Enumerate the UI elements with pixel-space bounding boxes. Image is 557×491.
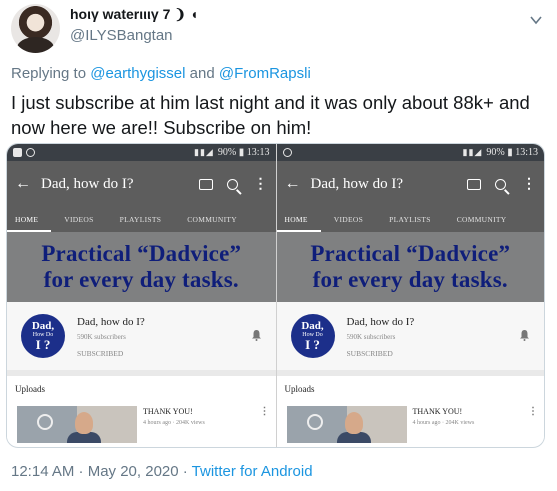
cast-icon [467, 178, 481, 190]
display-name[interactable]: hoιγ waterιιιγ 7 ❩ ◖ [70, 6, 198, 23]
back-arrow-icon: ← [15, 175, 31, 192]
phone-screenshot[interactable]: ▮▮◢ 90% ▮ 13:13 ← Dad, how do I? ⋮ HOME … [7, 144, 276, 447]
video-more-icon: ⋮ [528, 406, 538, 417]
uploads-heading: Uploads [276, 376, 544, 402]
subscriber-count: 590K subscribers [77, 333, 126, 341]
channel-info: Dad, How Do I ? Dad, how do I? 590K subs… [276, 302, 544, 370]
channel-banner: Practical “Dadvice” for every day tasks. [276, 232, 544, 302]
channel-tabs: HOME VIDEOS PLAYLISTS COMMUNITY [7, 207, 276, 232]
banner-line: Practical “Dadvice” [310, 241, 511, 266]
channel-tabs: HOME VIDEOS PLAYLISTS COMMUNITY [276, 207, 544, 232]
tweet-footer: 12:14 AM · May 20, 2020 · Twitter for An… [11, 463, 313, 480]
video-title: THANK YOU! [412, 407, 463, 416]
logo-text: Dad, [31, 320, 55, 332]
more-vert-icon: ⋮ [522, 176, 536, 192]
video-meta: 4 hours ago · 204K views [412, 420, 475, 426]
uploads-heading: Uploads [7, 376, 276, 402]
tweet-header: hoιγ waterιιιγ 7 ❩ ◖ @ILYSBangtan [0, 0, 557, 56]
logo-text: I ? [35, 337, 51, 352]
app-bar: ← Dad, how do I? ⋮ [276, 161, 544, 207]
tab-playlists: PLAYLISTS [119, 215, 162, 224]
mention-link[interactable]: @FromRapsli [219, 65, 311, 82]
channel-logo: Dad, How Do I ? [21, 314, 65, 358]
video-thumbnail [17, 406, 137, 443]
status-time: 13:13 [246, 147, 270, 158]
video-title: THANK YOU! [143, 407, 193, 416]
tab-indicator [7, 230, 51, 232]
sync-icon [282, 148, 292, 157]
chevron-down-icon[interactable] [529, 13, 543, 27]
tab-indicator [276, 230, 321, 232]
video-row: THANK YOU! 4 hours ago · 204K views ⋮ [7, 402, 276, 443]
search-icon [495, 178, 506, 190]
tab-videos: VIDEOS [333, 215, 364, 224]
logo-text: I ? [305, 337, 320, 352]
subscriber-count: 590K subscribers [346, 333, 396, 341]
tab-videos: VIDEOS [64, 215, 94, 224]
video-thumbnail [286, 406, 407, 443]
video-row: THANK YOU! 4 hours ago · 204K views ⋮ [276, 402, 544, 443]
signal-icon: ▮▮◢ [462, 147, 483, 157]
channel-logo: Dad, How Do I ? [290, 314, 335, 358]
banner-line: for every day tasks. [43, 267, 239, 292]
reply-and: and [185, 65, 219, 82]
avatar[interactable] [11, 4, 60, 53]
source-link[interactable]: Twitter for Android [192, 463, 313, 480]
tab-community: COMMUNITY [187, 215, 238, 224]
reply-prefix: Replying to [11, 65, 91, 82]
status-time: 13:13 [515, 147, 538, 158]
cast-icon [198, 178, 213, 190]
subscribed-label: SUBSCRIBED [346, 349, 393, 358]
tweet-timestamp[interactable]: 12:14 AM · May 20, 2020 · [11, 463, 192, 480]
logo-text: Dad, [301, 320, 324, 332]
channel-banner: Practical “Dadvice” for every day tasks. [7, 232, 276, 302]
tab-home: HOME [15, 215, 39, 224]
sync-icon [26, 148, 35, 157]
banner-line: for every day tasks. [312, 267, 508, 292]
app-title: Dad, how do I? [310, 175, 403, 192]
tweet-media[interactable]: ▮▮◢ 90% ▮ 13:13 ← Dad, how do I? ⋮ HOME … [6, 143, 545, 448]
bell-icon [520, 330, 529, 341]
reply-context: Replying to @earthygissel and @FromRapsl… [11, 65, 311, 82]
tab-playlists: PLAYLISTS [389, 215, 431, 224]
username[interactable]: @ILYSBangtan [70, 27, 173, 44]
more-vert-icon: ⋮ [253, 176, 268, 192]
channel-name: Dad, how do I? [77, 316, 145, 328]
tab-community: COMMUNITY [456, 215, 507, 224]
banner-line: Practical “Dadvice” [41, 241, 242, 266]
status-bar: ▮▮◢ 90% ▮ 13:13 [276, 144, 544, 161]
status-bar: ▮▮◢ 90% ▮ 13:13 [7, 144, 276, 161]
battery-level: 90% [486, 147, 505, 158]
subscribed-label: SUBSCRIBED [77, 349, 124, 358]
battery-level: 90% [217, 147, 237, 158]
notification-icon [13, 148, 22, 157]
search-icon [226, 178, 238, 190]
tab-home: HOME [284, 215, 308, 224]
signal-icon: ▮▮◢ [194, 147, 214, 157]
app-bar: ← Dad, how do I? ⋮ [7, 161, 276, 207]
channel-name: Dad, how do I? [346, 316, 415, 328]
back-arrow-icon: ← [284, 175, 301, 192]
bell-icon [251, 330, 261, 341]
tweet-text: I just subscribe at him last night and i… [11, 92, 530, 138]
video-more-icon: ⋮ [259, 406, 270, 417]
app-title: Dad, how do I? [41, 175, 134, 192]
channel-info: Dad, How Do I ? Dad, how do I? 590K subs… [7, 302, 276, 370]
video-meta: 4 hours ago · 204K views [143, 420, 205, 426]
mention-link[interactable]: @earthygissel [90, 65, 185, 82]
phone-screenshot[interactable]: ▮▮◢ 90% ▮ 13:13 ← Dad, how do I? ⋮ HOME … [275, 144, 544, 447]
